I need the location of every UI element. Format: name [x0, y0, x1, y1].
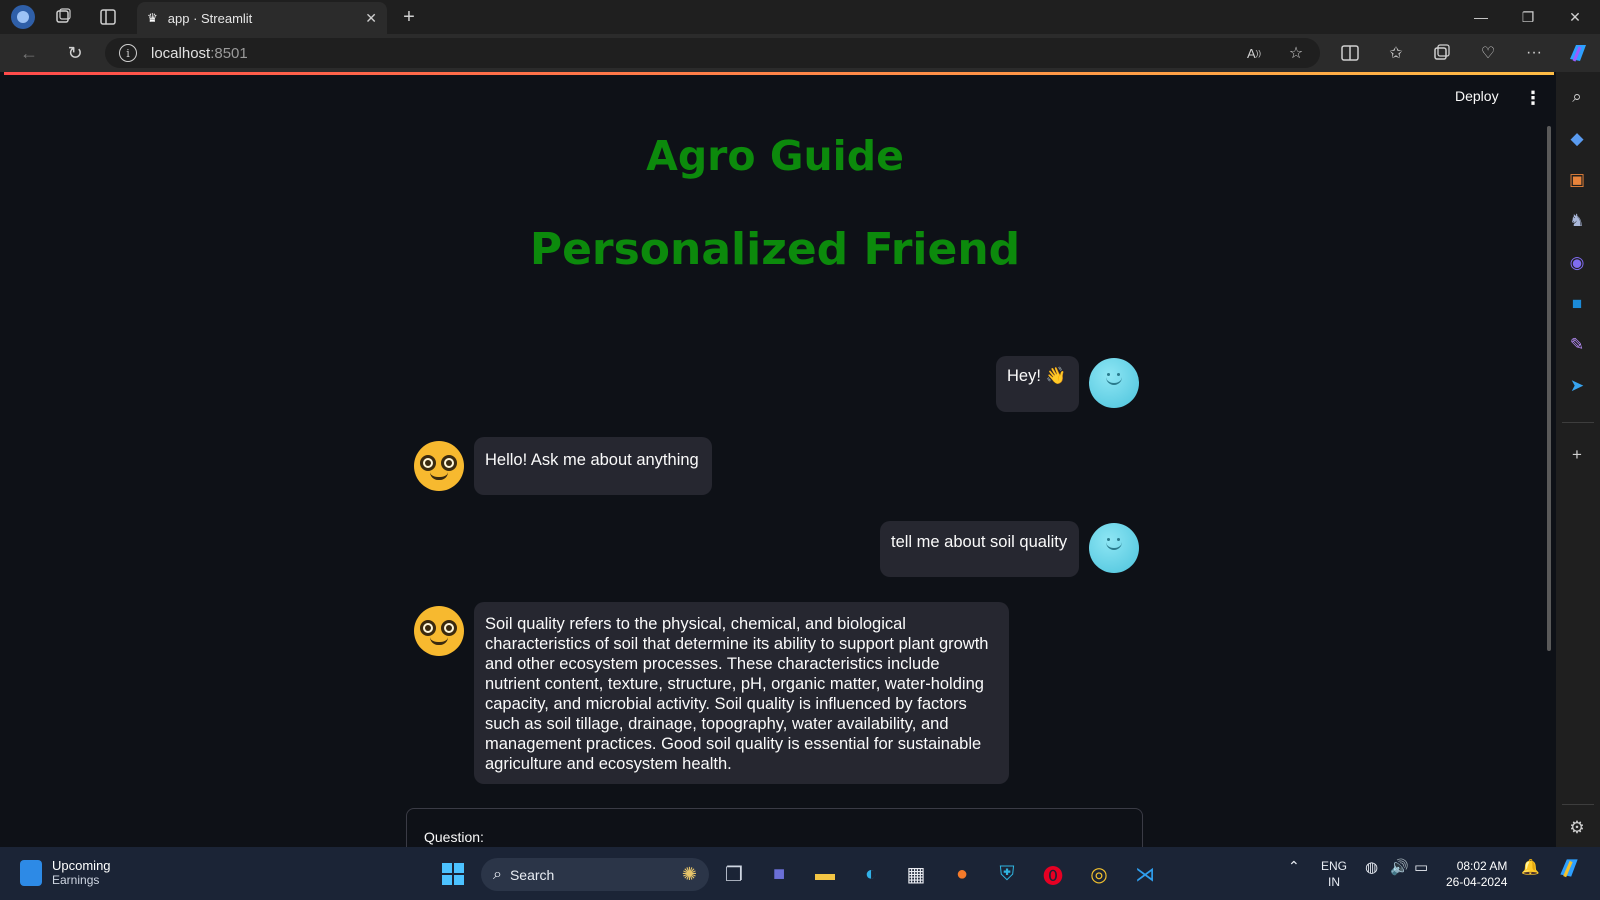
search-label: Search [509, 866, 555, 883]
refresh-icon[interactable]: ↻ [55, 37, 95, 69]
language-indicator[interactable]: ENG IN [1321, 858, 1347, 890]
tools-briefcase-icon[interactable]: ▣ [1564, 167, 1590, 193]
clock-date: 26-04-2024 [1446, 875, 1508, 889]
taskbar-search-box[interactable]: ⌕ Search ✺ [481, 858, 709, 891]
copilot-icon[interactable] [1560, 34, 1596, 72]
minimize-button[interactable]: — [1458, 0, 1504, 34]
security-app-icon[interactable]: ⛨ [990, 857, 1024, 891]
question-input-label: Question: [424, 829, 484, 845]
vertical-tabs-icon[interactable] [85, 0, 131, 34]
task-view-icon[interactable]: ❐ [717, 857, 751, 891]
microsoft365-icon[interactable]: ◉ [1564, 250, 1590, 276]
browser-tab[interactable]: ♛ app · Streamlit ✕ [137, 2, 387, 34]
clock-time: 08:02 AM [1456, 859, 1508, 873]
bot-message: Hello! Ask me about anything [474, 437, 712, 495]
bot-avatar-icon [414, 441, 464, 491]
user-avatar-icon [1089, 523, 1139, 573]
system-clock[interactable]: 08:02 AM 26-04-2024 [1446, 858, 1507, 890]
bot-message-text: Hello! Ask me about anything [485, 451, 699, 469]
search-icon: ⌕ [493, 865, 502, 883]
region-code: IN [1328, 875, 1340, 889]
teams-icon[interactable]: ■ [762, 857, 796, 891]
copilot-taskbar-icon[interactable] [1556, 855, 1582, 884]
split-screen-icon[interactable] [1332, 34, 1368, 72]
notification-bell-icon[interactable]: 🔔 [1521, 858, 1540, 876]
file-explorer-icon[interactable]: ▬ [808, 857, 842, 891]
microsoft-store-icon[interactable]: ▦ [899, 857, 933, 891]
favorites-icon[interactable]: ✩ [1378, 34, 1414, 72]
add-sidebar-app-icon[interactable]: + [1564, 442, 1590, 468]
taskbar-widget[interactable]: Upcoming Earnings [20, 858, 111, 887]
browser-essentials-icon[interactable]: ♡ [1470, 34, 1506, 72]
sidebar-search-icon[interactable]: ⌕ [1564, 84, 1590, 110]
tab-close-icon[interactable]: ✕ [365, 10, 377, 27]
site-info-icon[interactable]: i [119, 44, 137, 62]
bot-message: Soil quality refers to the physical, che… [474, 602, 1009, 784]
user-message-text: Hey! 👋 [1007, 367, 1067, 385]
pinterest-icon[interactable]: ⓿ [1036, 857, 1070, 891]
header-decoration-bar [4, 72, 1554, 75]
deploy-button[interactable]: Deploy [1455, 88, 1499, 104]
widget-subtitle: Earnings [52, 873, 100, 887]
sidebar-settings-icon[interactable]: ⚙ [1564, 815, 1590, 841]
page-scrollbar[interactable] [1547, 126, 1551, 651]
workspaces-icon[interactable] [40, 0, 86, 34]
chrome-icon[interactable]: ◎ [1082, 857, 1116, 891]
url-port: :8501 [210, 44, 248, 62]
tab-title: app · Streamlit [167, 10, 253, 26]
sidebar-divider [1562, 804, 1594, 805]
edge-icon[interactable]: ◐ [854, 857, 888, 891]
user-message-text: tell me about soil quality [891, 533, 1068, 551]
read-aloud-icon[interactable]: A)) [1236, 34, 1272, 72]
url-host: localhost [151, 44, 211, 62]
user-message: tell me about soil quality [880, 521, 1079, 577]
outlook-icon[interactable]: ■ [1564, 291, 1590, 317]
search-highlight-icon: ✺ [681, 864, 697, 884]
send-icon[interactable]: ➤ [1564, 373, 1590, 399]
games-icon[interactable]: ♞ [1564, 208, 1590, 234]
battery-icon[interactable]: ▭ [1414, 858, 1428, 876]
tray-overflow-icon[interactable]: ⌃ [1288, 858, 1300, 875]
network-icon[interactable]: ◍ [1365, 858, 1378, 876]
restore-button[interactable]: ❐ [1505, 0, 1551, 34]
back-icon[interactable]: ← [9, 37, 49, 69]
firefox-icon[interactable]: ● [945, 857, 979, 891]
new-tab-button[interactable]: + [395, 4, 423, 30]
settings-more-icon[interactable]: ··· [1516, 34, 1552, 72]
collections-icon[interactable] [1424, 34, 1460, 72]
url-bar[interactable]: i localhost:8501 [105, 38, 1320, 68]
shopping-tag-icon[interactable]: ◆ [1564, 126, 1590, 152]
page-subtitle: Personalized Friend [529, 224, 1021, 275]
lang-code: ENG [1321, 859, 1348, 873]
bot-message-text: Soil quality refers to the physical, che… [485, 615, 989, 773]
volume-icon[interactable]: 🔊 [1390, 858, 1409, 876]
stocks-icon [20, 859, 42, 886]
windows-taskbar [0, 847, 1600, 900]
bot-avatar-icon [414, 606, 464, 656]
main-menu-icon[interactable]: ⋮ [1524, 88, 1542, 109]
designer-icon[interactable]: ✎ [1564, 332, 1590, 358]
page-title: Agro Guide [646, 132, 904, 180]
close-window-button[interactable]: ✕ [1552, 0, 1598, 34]
streamlit-favicon-icon: ♛ [147, 11, 158, 25]
widget-title: Upcoming [52, 858, 111, 873]
start-windows-icon[interactable] [436, 857, 470, 891]
sidebar-divider [1562, 422, 1594, 423]
favorite-star-icon[interactable]: ☆ [1278, 34, 1314, 72]
user-avatar-icon [1089, 358, 1139, 408]
user-message: Hey! 👋 [996, 356, 1079, 412]
vscode-icon[interactable]: ⋊ [1128, 857, 1162, 891]
